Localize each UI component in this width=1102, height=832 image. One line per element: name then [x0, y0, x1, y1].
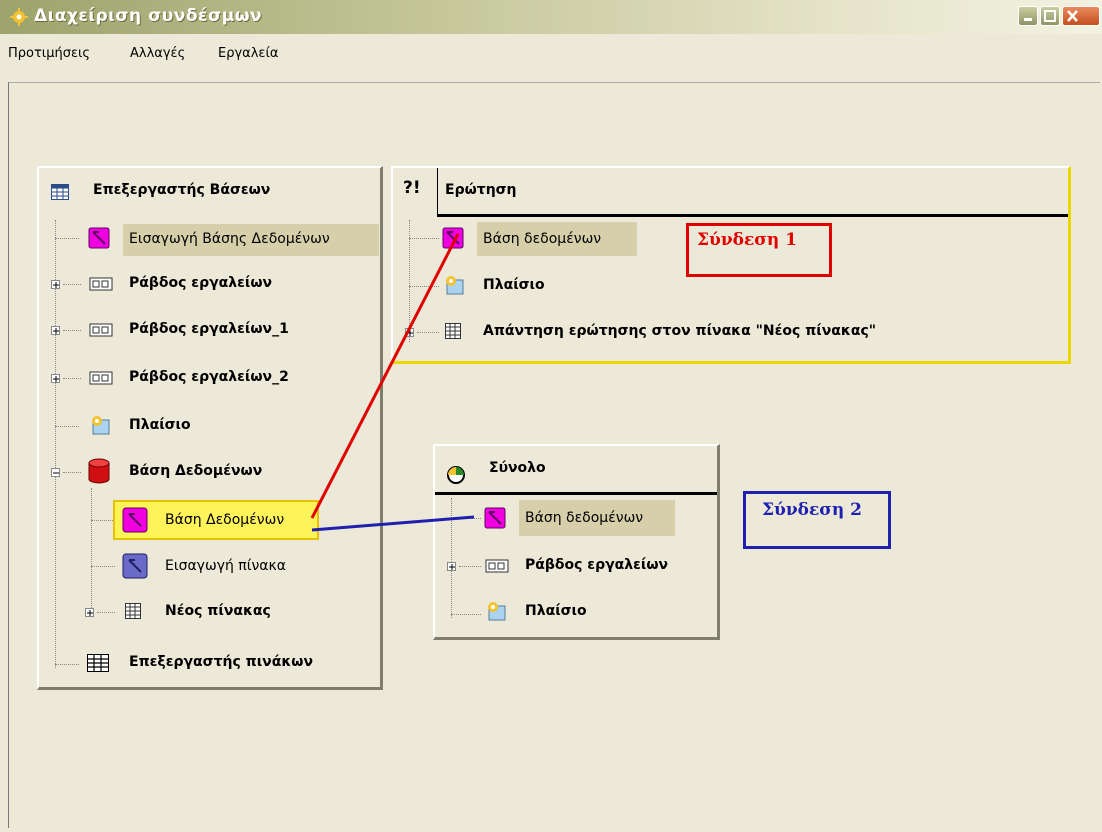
link-2-line — [311, 515, 475, 532]
link-2-label: Σύνδεση 2 — [743, 491, 891, 549]
link-2-label-text: Σύνδεση 2 — [762, 500, 862, 520]
link-1-label: Σύνδεση 1 — [686, 223, 832, 277]
link-1-line — [310, 233, 460, 519]
link-1-label-text: Σύνδεση 1 — [697, 230, 797, 250]
connection-lines — [310, 233, 475, 532]
